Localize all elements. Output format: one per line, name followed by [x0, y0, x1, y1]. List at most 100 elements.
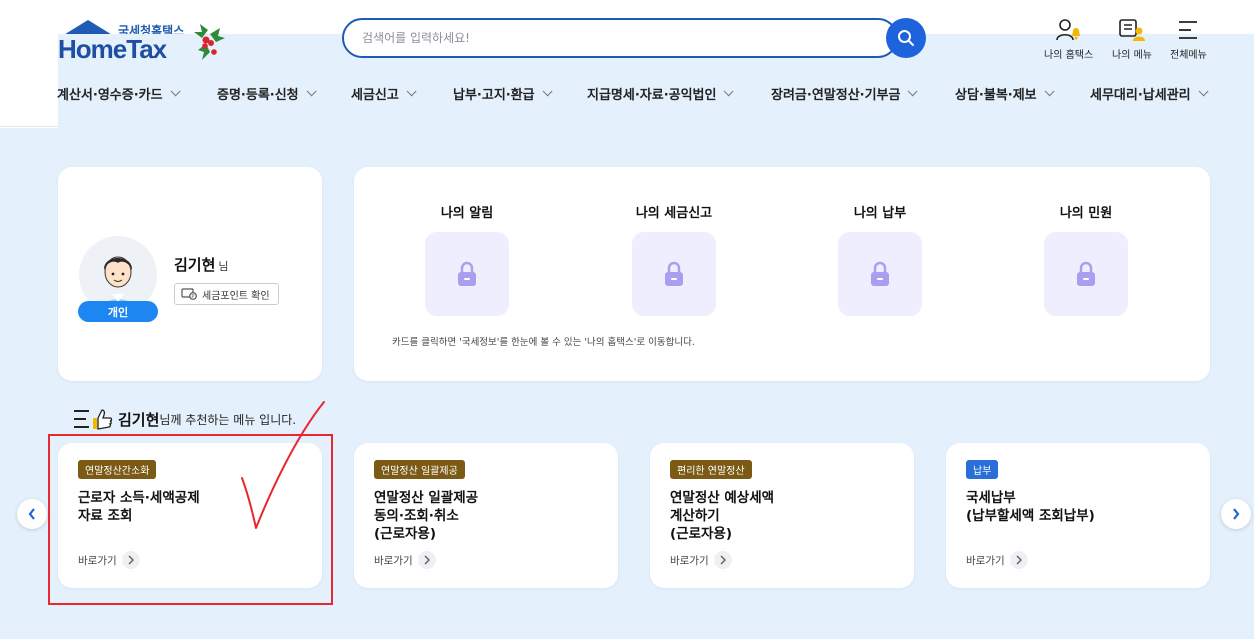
user-name-text: 김기현: [174, 256, 216, 274]
nav-label: 지급명세·자료·공익법인: [587, 88, 717, 103]
nav-item-tax-filing[interactable]: 세금신고: [351, 84, 417, 103]
chevron-right-icon: [1233, 508, 1240, 520]
hometax-logo[interactable]: 국세청홈택스 HomeTax: [56, 18, 1254, 545]
chevron-right-icon: [1009, 551, 1028, 569]
shortcut-label: 바로가기: [374, 554, 413, 567]
shortcut-link[interactable]: 바로가기: [966, 551, 1028, 569]
nav-label: 납부·고지·환급: [453, 88, 535, 103]
my-hometax-button[interactable]: 나의 홈택스: [1044, 18, 1093, 61]
all-menu-button[interactable]: 전체메뉴: [1170, 18, 1207, 61]
svg-text:P: P: [191, 294, 194, 300]
shortcut-label: 바로가기: [670, 554, 709, 567]
nav-label: 증명·등록·신청: [217, 88, 299, 103]
menu-person-icon: [1119, 19, 1145, 41]
main-navigation: 계산서·영수증·카드 증명·등록·신청 세금신고 납부·고지·환급 지급명세·자…: [57, 84, 1217, 106]
recommend-user-name: 김기현: [118, 410, 160, 429]
nav-label: 장려금·연말정산·기부금: [771, 88, 901, 103]
recommend-suffix: 님께 추천하는 메뉴 입니다.: [159, 412, 297, 427]
shortcut-link[interactable]: 바로가기: [78, 551, 140, 569]
chevron-down-icon: [542, 86, 553, 97]
my-hometax-note: 카드를 클릭하면 '국세정보'를 한눈에 볼 수 있는 '나의 홈택스'로 이동…: [392, 337, 695, 348]
my-notifications-item[interactable]: 나의 알림: [407, 202, 527, 316]
honorific: 님: [218, 260, 229, 273]
tax-point-button[interactable]: P 세금포인트 확인: [174, 283, 279, 305]
search-input[interactable]: [344, 20, 896, 56]
search-icon: [898, 30, 914, 46]
carousel-next-button[interactable]: [1221, 499, 1251, 529]
my-item-title: 나의 알림: [440, 206, 494, 221]
my-civil-complaints-item[interactable]: 나의 민원: [1026, 202, 1146, 316]
chevron-right-icon: [417, 551, 436, 569]
service-tag: 연말정산간소화: [78, 460, 157, 479]
chevron-down-icon: [170, 86, 181, 97]
header: 국세청홈택스 HomeTax 나의 홈택스: [0, 0, 1254, 545]
nav-item-year-end[interactable]: 장려금·연말정산·기부금: [771, 84, 919, 103]
chevron-down-icon: [1044, 86, 1055, 97]
nav-label: 세무대리·납세관리: [1090, 88, 1191, 103]
recommend-heading: 김기현 님께 추천하는 메뉴 입니다.: [73, 408, 296, 430]
service-title: 국세납부 (납부할세액 조회납부): [966, 490, 1095, 524]
nav-label: 세금신고: [351, 88, 399, 103]
shortcut-link[interactable]: 바로가기: [374, 551, 436, 569]
shortcut-label: 바로가기: [78, 554, 117, 567]
profile-card: 개인 김기현 님 P 세금포인트 확인: [58, 167, 322, 381]
my-menu-button[interactable]: 나의 메뉴: [1112, 18, 1152, 61]
nav-item-tax-agent[interactable]: 세무대리·납세관리: [1090, 84, 1209, 103]
nav-item-receipts[interactable]: 계산서·영수증·카드: [57, 84, 181, 103]
my-payment-item[interactable]: 나의 납부: [820, 202, 940, 316]
hamburger-icon: [1179, 21, 1198, 39]
my-item-title: 나의 세금신고: [635, 206, 713, 221]
my-item-box: [1044, 232, 1128, 316]
search-box: [342, 18, 898, 58]
service-card-bulk-consent[interactable]: 연말정산 일괄제공 연말정산 일괄제공 동의·조회·취소 (근로자용) 바로가기: [354, 443, 618, 588]
chevron-down-icon: [724, 86, 735, 97]
my-item-title: 나의 납부: [853, 206, 907, 221]
chevron-down-icon: [908, 86, 919, 97]
my-tax-filing-item[interactable]: 나의 세금신고: [614, 202, 734, 316]
lock-icon: [1077, 261, 1095, 286]
service-tag: 편리한 연말정산: [670, 460, 752, 479]
my-hometax-label: 나의 홈택스: [1044, 50, 1094, 61]
thumbs-up-list-icon: [74, 409, 113, 430]
chevron-down-icon: [306, 86, 317, 97]
lock-icon: [458, 261, 476, 286]
holly-icon: [194, 24, 225, 60]
chevron-down-icon: [406, 86, 417, 97]
service-title: 연말정산 일괄제공 동의·조회·취소 (근로자용): [374, 490, 479, 542]
my-item-title: 나의 민원: [1059, 206, 1113, 221]
service-title: 근로자 소득·세액공제 자료 조회: [78, 490, 200, 524]
nav-label: 상담·불복·제보: [955, 88, 1037, 103]
nav-item-statements[interactable]: 지급명세·자료·공익법인: [587, 84, 735, 103]
my-item-box: [632, 232, 716, 316]
service-card-deduction-lookup[interactable]: 연말정산간소화 근로자 소득·세액공제 자료 조회 바로가기: [58, 443, 322, 588]
nav-item-certificates[interactable]: 증명·등록·신청: [217, 84, 317, 103]
lock-icon: [665, 261, 683, 286]
service-card-tax-payment[interactable]: 납부 국세납부 (납부할세액 조회납부) 바로가기: [946, 443, 1210, 588]
nav-item-payment[interactable]: 납부·고지·환급: [453, 84, 553, 103]
carousel-prev-button[interactable]: [17, 499, 47, 529]
my-item-box: [425, 232, 509, 316]
shortcut-label: 바로가기: [966, 554, 1005, 567]
user-name: 김기현 님: [174, 254, 229, 275]
chevron-left-icon: [28, 508, 35, 520]
my-item-box: [838, 232, 922, 316]
main-content: 개인 김기현님 P 세금포인트 확인 나의 알림 나의 세금신고 나의 납부: [0, 128, 1254, 639]
user-type-badge: 개인: [78, 301, 158, 322]
all-menu-label: 전체메뉴: [1170, 50, 1207, 61]
chevron-right-icon: [713, 551, 732, 569]
nav-item-consulting[interactable]: 상담·불복·제보: [955, 84, 1055, 103]
tax-point-icon: P: [181, 288, 197, 300]
tax-point-label: 세금포인트 확인: [202, 290, 270, 302]
chevron-down-icon: [1198, 86, 1209, 97]
service-tag: 연말정산 일괄제공: [374, 460, 465, 479]
nav-label: 계산서·영수증·카드: [57, 88, 163, 103]
my-menu-label: 나의 메뉴: [1112, 50, 1152, 61]
my-hometax-card: 나의 알림 나의 세금신고 나의 납부 나의 민원 카드를 클릭하면 '국세정보…: [354, 167, 1210, 381]
search-button[interactable]: [886, 18, 926, 58]
shortcut-link[interactable]: 바로가기: [670, 551, 732, 569]
service-card-tax-estimate[interactable]: 편리한 연말정산 연말정산 예상세액 계산하기 (근로자용) 바로가기: [650, 443, 914, 588]
person-bell-icon: [1055, 19, 1080, 41]
service-tag: 납부: [966, 460, 999, 479]
chevron-right-icon: [121, 551, 140, 569]
lock-icon: [871, 261, 889, 286]
